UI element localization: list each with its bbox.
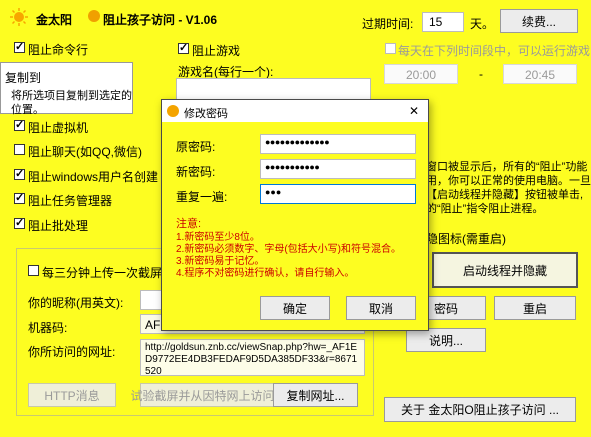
new-password-label: 新密码: — [176, 165, 216, 179]
block-vm-checkbox[interactable] — [14, 118, 25, 131]
time-separator: - — [479, 67, 483, 81]
time-to-input[interactable]: 20:45 — [503, 64, 577, 84]
expire-unit: 天。 — [470, 17, 495, 31]
expire-label: 过期时间: — [362, 17, 414, 31]
block-chat-checkbox[interactable] — [14, 144, 25, 155]
expire-days-input[interactable]: 15 — [422, 12, 464, 32]
time-from-input[interactable]: 20:00 — [384, 64, 458, 84]
tooltip-title: 复制到 — [5, 71, 42, 85]
every3min-label: 每三分钟上传一次截屏。 — [42, 266, 175, 280]
start-hide-button[interactable]: 启动线程并隐藏 — [432, 252, 578, 288]
url-label: 你所访问的网址: — [28, 345, 116, 359]
dialog-ok-button[interactable]: 确定 — [260, 296, 330, 320]
block-cmd-label: 阻止命令行 — [28, 43, 89, 57]
note-4: 4.程序不对密码进行确认，请自行输入。 — [176, 268, 355, 279]
tooltip-text: 将所选项目复制到选定的位置。 — [11, 90, 132, 116]
title-sun-icon — [88, 10, 100, 22]
allow-time-checkbox[interactable] — [385, 43, 396, 54]
help-button[interactable]: 说明... — [406, 328, 486, 352]
repeat-password-label: 重复一遍: — [176, 190, 228, 204]
test-screenshot-button[interactable]: 试验截屏并从因特网上访问... — [131, 383, 285, 407]
copy-url-button[interactable]: 复制网址... — [273, 383, 358, 407]
block-taskmgr-checkbox[interactable] — [14, 191, 25, 204]
change-password-dialog: 修改密码 ✕ 原密码: ●●●●●●●●●●●●● 新密码: ●●●●●●●●●… — [161, 99, 429, 331]
dialog-sun-icon — [167, 105, 179, 117]
window-title: 金太阳 — [36, 13, 73, 27]
dialog-cancel-button[interactable]: 取消 — [346, 296, 416, 320]
url-field[interactable]: http://goldsun.znb.cc/viewSnap.php?hw=_A… — [140, 339, 365, 377]
dialog-title: 修改密码 — [184, 108, 228, 120]
dialog-title-bar: 修改密码 ✕ — [162, 100, 428, 122]
old-password-input[interactable]: ●●●●●●●●●●●●● — [260, 134, 416, 154]
block-cmd-checkbox[interactable] — [14, 40, 25, 53]
window-title-rest: 阻止孩子访问 - V1.06 — [103, 13, 218, 27]
info-line-4: 的“阻止”指令阻止进程。 — [426, 203, 544, 215]
http-message-button[interactable]: HTTP消息 — [28, 383, 116, 407]
block-winuser-checkbox[interactable] — [14, 167, 25, 180]
dialog-close-icon[interactable]: ✕ — [409, 104, 419, 118]
repeat-password-input[interactable]: ●●● — [260, 184, 416, 204]
title-bar: 金太阳 阻止孩子访问 - V1.06 过期时间: 15 天。 续费... — [0, 0, 591, 34]
restart-button[interactable]: 重启 — [494, 296, 576, 320]
hide-icon-label: 隐图标(需重启) — [426, 232, 506, 246]
every3min-checkbox[interactable] — [28, 265, 39, 276]
block-games-label: 阻止游戏 — [192, 44, 241, 58]
block-games-checkbox[interactable] — [178, 41, 189, 54]
block-chat-label: 阻止聊天(如QQ,微信) — [28, 145, 142, 159]
about-button[interactable]: 关于 金太阳O阻止孩子访问 ... — [384, 397, 576, 422]
sun-logo-icon — [10, 8, 28, 26]
nickname-label: 你的昵称(用英文): — [28, 296, 124, 310]
old-password-label: 原密码: — [176, 140, 216, 154]
machine-label: 机器码: — [28, 321, 68, 335]
block-vm-label: 阻止虚拟机 — [28, 121, 89, 135]
block-taskmgr-label: 阻止任务管理器 — [28, 194, 113, 208]
renew-button[interactable]: 续费... — [500, 9, 578, 33]
block-batch-checkbox[interactable] — [14, 216, 25, 229]
new-password-input[interactable]: ●●●●●●●●●●● — [260, 159, 416, 179]
tooltip: 复制到 将所选项目复制到选定的位置。 — [0, 62, 133, 116]
block-winuser-label: 阻止windows用户名创建 — [28, 170, 159, 184]
allow-time-label: 每天在下列时间段中，可以运行游戏: — [398, 44, 591, 58]
block-batch-label: 阻止批处理 — [28, 219, 89, 233]
